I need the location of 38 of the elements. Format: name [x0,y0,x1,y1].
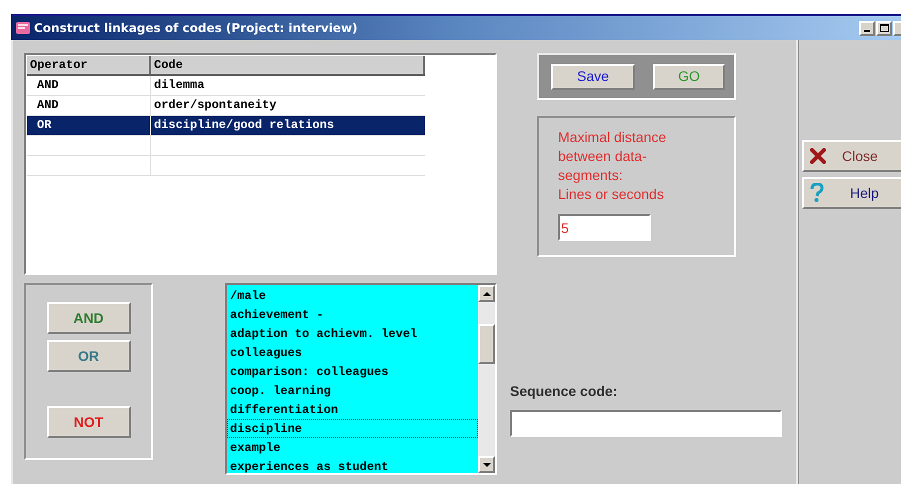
minimize-button[interactable] [859,20,875,36]
question-mark-icon [810,183,824,203]
table-cell: dilemma [154,78,204,92]
side-button[interactable]: Close [802,140,901,172]
table-row[interactable]: OR discipline/good relations [27,116,425,136]
side-button[interactable]: Help [802,177,901,209]
table-cell: order/spontaneity [154,98,276,112]
scrollbar[interactable] [478,285,495,473]
table-row[interactable]: AND dilemma [27,76,425,96]
sequence-field[interactable] [510,410,782,437]
distance-label: Maximal distance between data- segments: Lines or seconds [558,128,668,204]
table-cell: discipline/good relations [154,118,334,132]
list-item[interactable]: comparison: colleagues [227,362,478,381]
action-button[interactable]: Save [551,64,635,90]
scroll-down-button[interactable] [478,456,495,473]
list-item[interactable]: experiences as student [227,457,478,476]
scroll-thumb[interactable] [478,324,495,364]
list-item[interactable]: differentiation [227,400,478,419]
app-icon [15,20,31,36]
list-item[interactable]: coop. learning [227,381,478,400]
list-item[interactable]: adaption to achievm. level [227,324,478,343]
column-header[interactable]: Code [151,56,425,74]
list-item[interactable]: /male [227,286,478,305]
maximize-button[interactable] [876,20,892,36]
sequence-label: Sequence code: [510,382,618,401]
list-item[interactable]: example [227,438,478,457]
close-button[interactable] [893,20,901,36]
list-item[interactable]: discipline [227,419,478,438]
list-item[interactable]: achievement - [227,305,478,324]
table-cell: AND [37,98,59,112]
distance-field[interactable]: 5 [558,214,651,241]
table-cell: AND [37,78,59,92]
list-item[interactable]: colleagues [227,343,478,362]
window-title: Construct linkages of codes (Project: interview) [34,20,358,37]
table-cell: OR [37,118,52,132]
close-icon [810,148,826,164]
scroll-up-button[interactable] [478,285,495,302]
column-header[interactable]: Operator [27,56,151,74]
